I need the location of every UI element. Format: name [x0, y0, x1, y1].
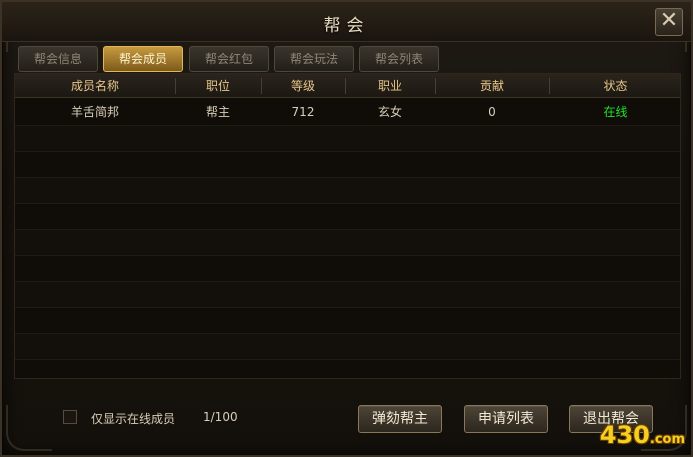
row-divider: [15, 125, 680, 126]
tab-guild-red-packet[interactable]: 帮会红包: [189, 46, 269, 72]
table-row[interactable]: 羊舌简邦 帮主 712 玄女 0 在线: [15, 99, 680, 125]
row-divider: [15, 333, 680, 334]
application-list-button[interactable]: 申请列表: [464, 405, 548, 433]
tab-guild-list[interactable]: 帮会列表: [359, 46, 439, 72]
header-class[interactable]: 职业: [345, 74, 435, 98]
online-only-checkbox[interactable]: [63, 410, 77, 424]
row-stripe: [15, 125, 680, 151]
cell-level: 712: [291, 105, 315, 119]
table-header: 成员名称 职位 等级 职业 贡献 状态: [15, 74, 680, 98]
row-divider: [15, 359, 680, 360]
header-position[interactable]: 职位: [175, 74, 261, 98]
tab-guild-info[interactable]: 帮会信息: [18, 46, 98, 72]
row-divider: [15, 151, 680, 152]
header-level[interactable]: 等级: [261, 74, 345, 98]
tab-guild-members[interactable]: 帮会成员: [103, 46, 183, 72]
members-table: 成员名称 职位 等级 职业 贡献 状态 羊舌简邦 帮主 712 玄女 0 在线: [14, 73, 681, 379]
row-stripe: [15, 333, 680, 359]
online-only-label: 仅显示在线成员: [91, 412, 176, 426]
cell-position: 帮主: [205, 105, 230, 119]
cell-member-name: 羊舌简邦: [70, 105, 119, 119]
header-status[interactable]: 状态: [549, 74, 680, 98]
footer: 仅显示在线成员 1/100 弹劾帮主 申请列表 退出帮会: [2, 382, 691, 457]
cell-class: 玄女: [377, 105, 402, 119]
member-count: 1/100: [203, 410, 238, 424]
row-divider: [15, 255, 680, 256]
row-divider: [15, 307, 680, 308]
row-divider: [15, 177, 680, 178]
header-name[interactable]: 成员名称: [15, 74, 175, 98]
header-contribution[interactable]: 贡献: [435, 74, 549, 98]
row-stripe: [15, 177, 680, 203]
tab-guild-activities[interactable]: 帮会玩法: [274, 46, 354, 72]
close-button[interactable]: ✕: [655, 8, 683, 36]
row-stripe: [15, 281, 680, 307]
row-divider: [15, 281, 680, 282]
cell-status: 在线: [603, 105, 628, 119]
title-bar: 帮会 ✕: [2, 2, 691, 42]
cell-contribution: 0: [488, 105, 496, 119]
close-icon: ✕: [659, 8, 679, 33]
row-stripe: [15, 229, 680, 255]
guild-window: 帮会 ✕ 帮会信息 帮会成员 帮会红包 帮会玩法 帮会列表 成员名称 职位 等级…: [0, 0, 693, 457]
window-title: 帮会: [323, 16, 370, 36]
impeach-leader-button[interactable]: 弹劾帮主: [358, 405, 442, 433]
row-divider: [15, 229, 680, 230]
site-watermark-logo: 430.com: [599, 421, 685, 449]
row-divider: [15, 203, 680, 204]
